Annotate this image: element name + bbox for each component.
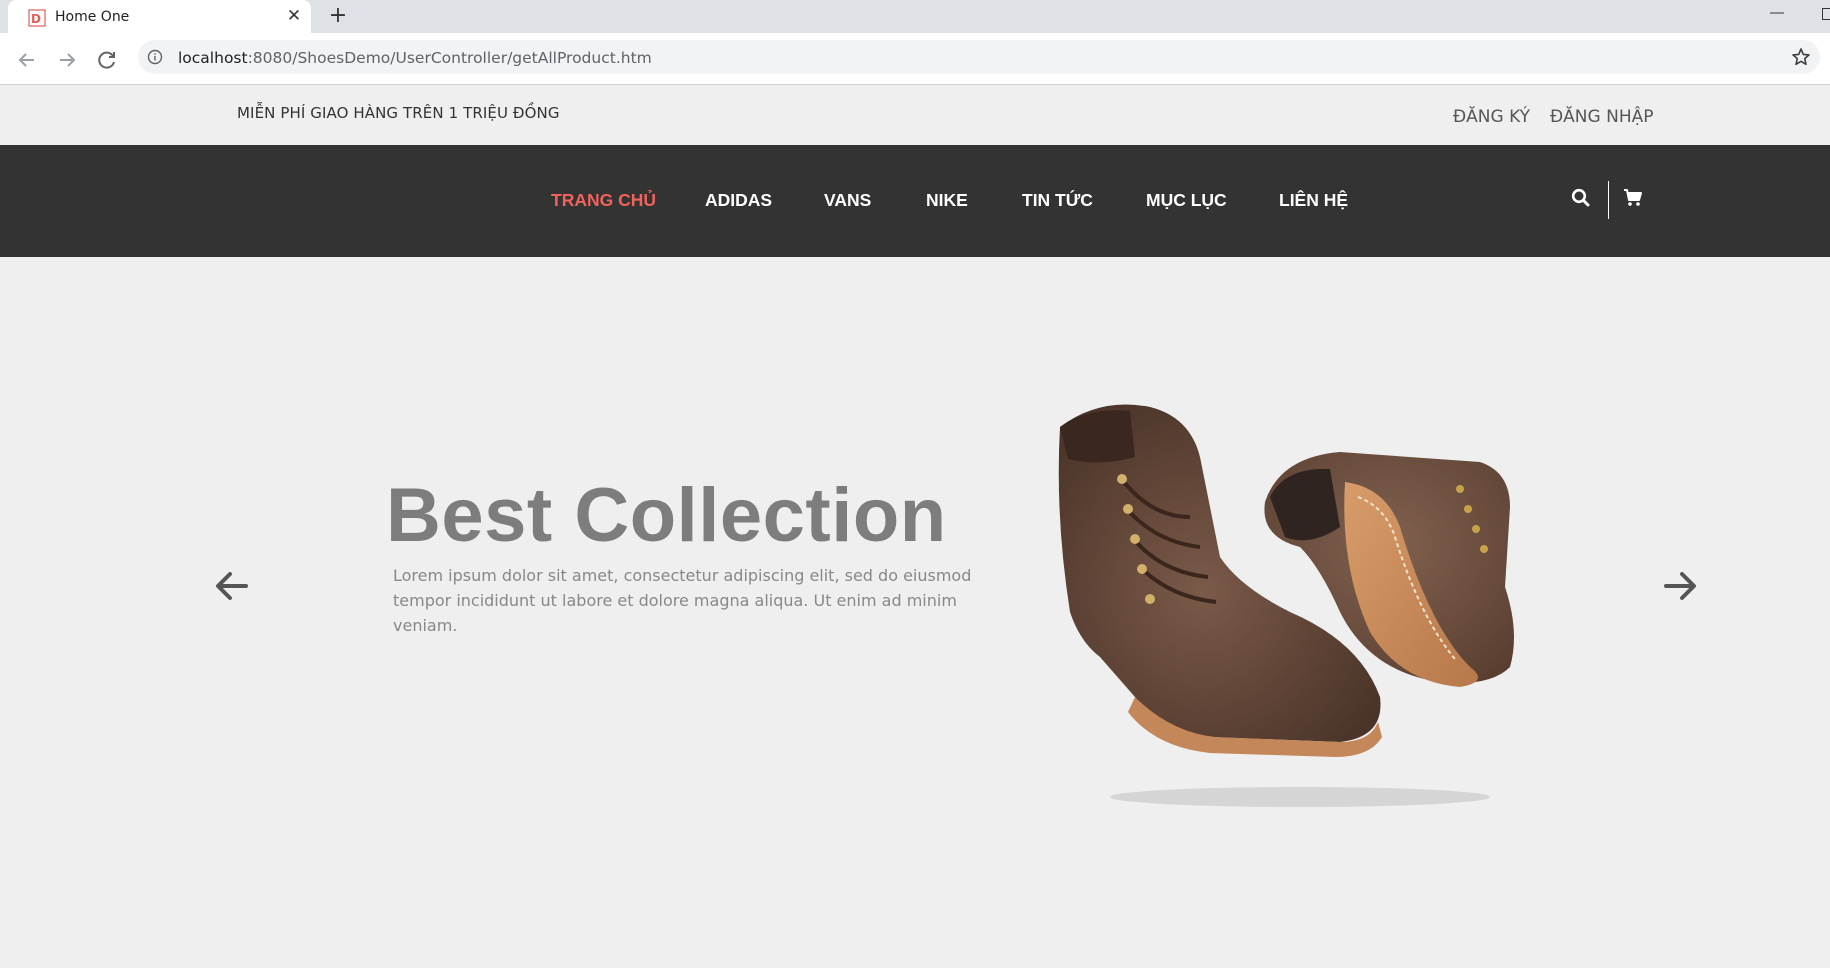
site-favicon-icon: D [28,9,46,27]
browser-toolbar: localhost:8080/ShoesDemo/UserController/… [0,33,1830,85]
url-text[interactable]: localhost:8080/ShoesDemo/UserController/… [178,49,652,67]
new-tab-icon[interactable]: + [326,4,350,28]
close-tab-icon[interactable]: ✕ [283,5,305,27]
browser-tab[interactable]: D Home One ✕ [8,0,311,35]
boots-image [1058,404,1514,807]
shopping-cart-icon[interactable] [1622,187,1644,209]
nav-item-adidas[interactable]: ADIDAS [705,190,772,211]
site-info-icon[interactable] [147,49,163,65]
reload-icon[interactable] [92,45,122,75]
nav-item-catalog[interactable]: MỤC LỤC [1146,190,1227,211]
maximize-window-icon[interactable] [1822,8,1830,20]
register-link[interactable]: ĐĂNG KÝ [1453,107,1530,127]
tab-title: Home One [55,9,130,25]
site-top-bar: MIỄN PHÍ GIAO HÀNG TRÊN 1 TRIỆU ĐỒNG ĐĂN… [0,86,1830,145]
nav-item-home[interactable]: TRANG CHỦ [551,190,656,211]
nav-item-nike[interactable]: NIKE [926,190,968,211]
nav-item-vans[interactable]: VANS [824,190,871,211]
back-arrow-icon[interactable] [12,45,42,75]
address-bar[interactable]: localhost:8080/ShoesDemo/UserController/… [138,40,1820,74]
hero-slider: Best Collection Lorem ipsum dolor sit am… [0,257,1830,968]
url-host: localhost [178,49,248,67]
nav-item-contact[interactable]: LIÊN HỆ [1279,190,1348,211]
svg-text:D: D [31,12,41,26]
hero-title: Best Collection [386,473,947,558]
search-icon[interactable] [1570,187,1592,209]
url-path: :8080/ShoesDemo/UserController/getAllPro… [247,49,652,67]
nav-item-news[interactable]: TIN TỨC [1022,190,1093,211]
free-shipping-notice: MIỄN PHÍ GIAO HÀNG TRÊN 1 TRIỆU ĐỒNG [237,104,560,122]
minimize-window-icon[interactable] [1768,0,1788,26]
forward-arrow-icon[interactable] [52,45,82,75]
slider-next-arrow-icon[interactable] [1658,564,1702,608]
nav-icon-divider [1608,181,1609,219]
browser-tab-bar: D Home One ✕ + [0,0,1830,35]
slider-prev-arrow-icon[interactable] [210,564,254,608]
login-link[interactable]: ĐĂNG NHẬP [1550,107,1653,127]
main-navigation: TRANG CHỦ ADIDAS VANS NIKE TIN TỨC MỤC L… [0,145,1830,257]
hero-description: Lorem ipsum dolor sit amet, consectetur … [393,566,972,635]
bookmark-star-icon[interactable] [1790,46,1812,68]
